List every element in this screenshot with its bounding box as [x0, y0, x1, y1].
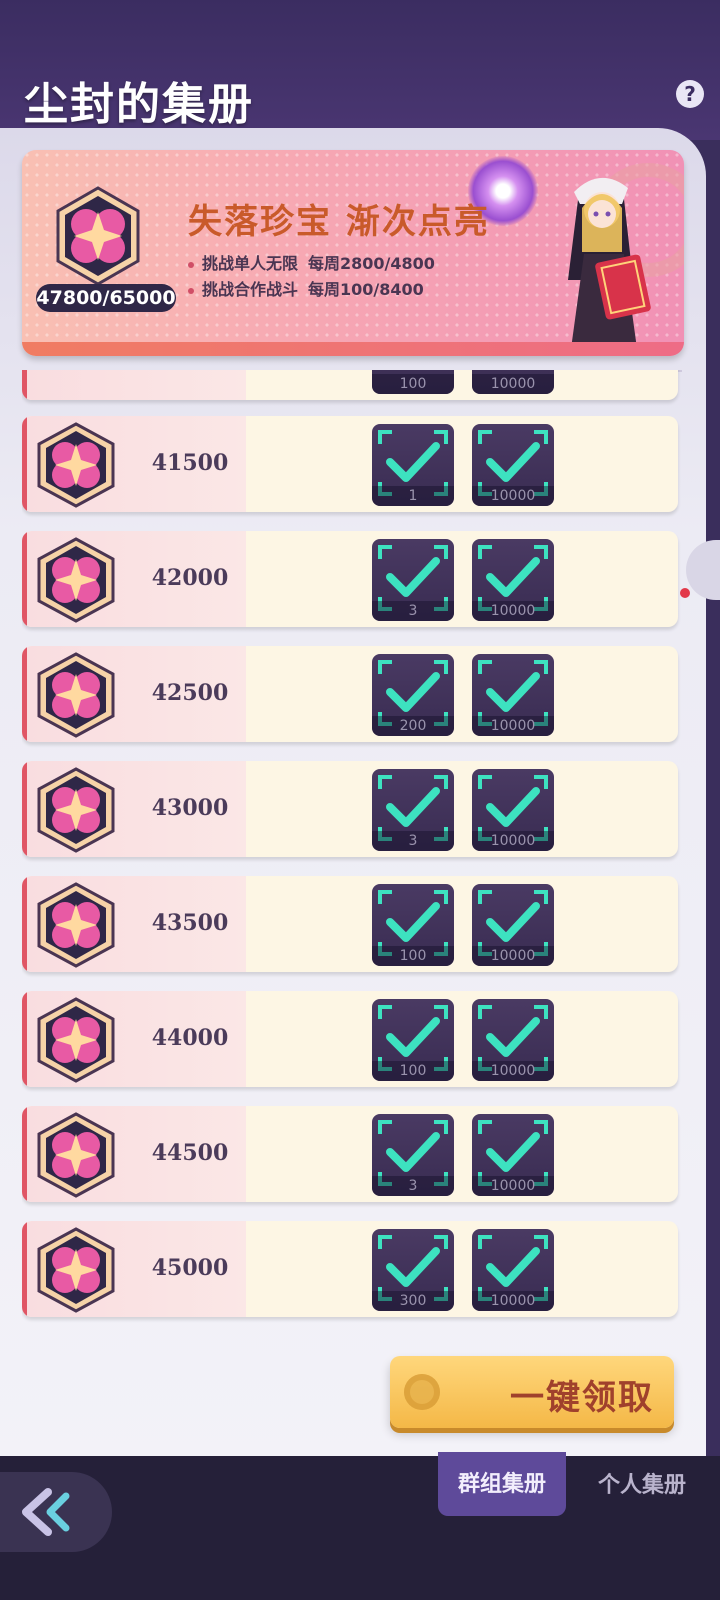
milestone-row: 41500 1 10000 — [22, 416, 678, 512]
reward-slot[interactable]: 1 — [372, 424, 454, 506]
reward-slot[interactable]: 10000 — [472, 884, 554, 966]
reward-slot[interactable]: 10000 — [472, 654, 554, 736]
reward-slot[interactable]: 10000 — [472, 769, 554, 851]
back-button[interactable] — [0, 1472, 112, 1552]
milestone-emblem-icon — [36, 537, 116, 623]
reward-slot[interactable]: 10000 — [472, 1114, 554, 1196]
milestone-score: 42500 — [151, 680, 229, 706]
reward-quantity: 3 — [372, 1176, 454, 1196]
tab-personal-collection[interactable]: 个人集册 — [584, 1456, 700, 1514]
reward-quantity: 1 — [372, 486, 454, 506]
milestone-score: 44500 — [151, 1140, 229, 1166]
reward-quantity: 10000 — [472, 486, 554, 506]
milestone-row: 43000 3 10000 — [22, 761, 678, 857]
milestone-row: 42000 3 10000 — [22, 531, 678, 627]
milestone-row: 42500 200 10000 — [22, 646, 678, 742]
banner-line-solo: 挑战单人无限 每周2800/4800 — [188, 250, 435, 274]
collection-emblem-icon — [56, 186, 140, 286]
milestone-score: 44000 — [151, 1025, 229, 1051]
reward-slot[interactable]: 10000 — [472, 370, 554, 394]
milestone-score: 43500 — [151, 910, 229, 936]
milestone-emblem-icon — [36, 882, 116, 968]
back-arrow-icon — [22, 1488, 70, 1536]
row-left-panel — [22, 370, 246, 400]
reward-slot[interactable]: 100 — [372, 884, 454, 966]
milestone-row: 44000 100 10000 — [22, 991, 678, 1087]
reward-slot[interactable]: 3 — [372, 1114, 454, 1196]
reward-quantity: 3 — [372, 601, 454, 621]
reward-quantity: 3 — [372, 831, 454, 851]
milestone-row: 43500 100 10000 — [22, 876, 678, 972]
banner-line-label: 挑战单人无限 — [202, 254, 299, 273]
milestone-emblem-icon — [36, 422, 116, 508]
claim-all-label: 一键领取 — [510, 1378, 654, 1418]
reward-slot[interactable]: 3 — [372, 539, 454, 621]
reward-quantity: 10000 — [472, 1176, 554, 1196]
reward-slot[interactable]: 10000 — [472, 539, 554, 621]
banner-line-value: 每周2800/4800 — [308, 254, 435, 273]
milestone-score: 41500 — [151, 450, 229, 476]
reward-quantity: 100 — [372, 374, 454, 394]
milestone-score: 43000 — [151, 795, 229, 821]
reward-quantity: 10000 — [472, 946, 554, 966]
milestone-emblem-icon — [36, 997, 116, 1083]
reward-slot[interactable]: 10000 — [472, 1229, 554, 1311]
banner-line-label: 挑战合作战斗 — [202, 280, 299, 299]
reward-quantity: 10000 — [472, 601, 554, 621]
tab-group-collection[interactable]: 群组集册 — [438, 1452, 566, 1516]
milestone-row-partial: 100 10000 — [22, 370, 678, 400]
reward-slot[interactable]: 10000 — [472, 999, 554, 1081]
milestone-list[interactable]: 100 10000 41500 1 10000 42000 3 10000 42500 200… — [22, 370, 682, 1332]
reward-slot[interactable]: 3 — [372, 769, 454, 851]
reward-quantity: 10000 — [472, 831, 554, 851]
collection-progress: 47800/65000 — [36, 284, 176, 312]
reward-quantity: 100 — [372, 946, 454, 966]
milestone-score: 45000 — [151, 1255, 229, 1281]
reward-slot[interactable]: 10000 — [472, 424, 554, 506]
help-icon[interactable]: ? — [676, 80, 704, 108]
reward-quantity: 10000 — [472, 1061, 554, 1081]
milestone-row: 45000 300 10000 — [22, 1221, 678, 1317]
collection-banner: 47800/65000 失落珍宝 渐次点亮 挑战单人无限 每周2800/4800 … — [22, 150, 684, 356]
banner-line-coop: 挑战合作战斗 每周100/8400 — [188, 276, 424, 300]
reward-quantity: 100 — [372, 1061, 454, 1081]
milestone-emblem-icon — [36, 1112, 116, 1198]
claim-all-button[interactable]: 一键领取 — [390, 1356, 674, 1428]
bullet-icon — [188, 287, 194, 294]
reward-quantity: 200 — [372, 716, 454, 736]
bullet-icon — [188, 261, 194, 268]
banner-headline: 失落珍宝 渐次点亮 — [188, 202, 490, 242]
banner-line-value: 每周100/8400 — [308, 280, 424, 299]
banner-bottom-strip — [22, 342, 684, 356]
reward-quantity: 10000 — [472, 716, 554, 736]
reward-quantity: 10000 — [472, 374, 554, 394]
milestone-emblem-icon — [36, 652, 116, 738]
nun-character-illustration — [568, 163, 684, 356]
reward-slot[interactable]: 100 — [372, 999, 454, 1081]
reward-slot[interactable]: 200 — [372, 654, 454, 736]
milestone-score: 42000 — [151, 565, 229, 591]
reward-quantity: 300 — [372, 1291, 454, 1311]
coin-icon — [404, 1374, 440, 1410]
reward-slot[interactable]: 300 — [372, 1229, 454, 1311]
reward-quantity: 10000 — [472, 1291, 554, 1311]
milestone-emblem-icon — [36, 1227, 116, 1313]
page-title: 尘封的集册 — [24, 79, 254, 130]
milestone-row: 44500 3 10000 — [22, 1106, 678, 1202]
milestone-emblem-icon — [36, 767, 116, 853]
reward-slot[interactable]: 100 — [372, 370, 454, 394]
